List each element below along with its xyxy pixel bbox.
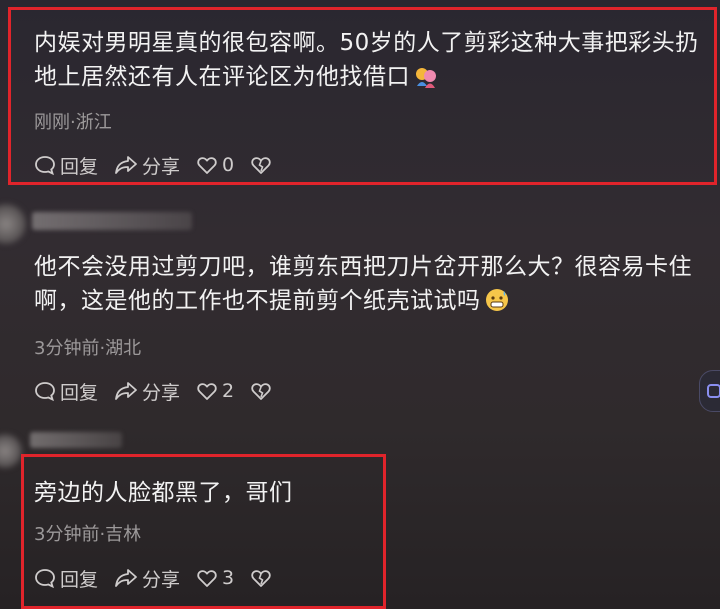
- share-arrow-icon: [115, 156, 137, 174]
- dislike-button[interactable]: [250, 380, 276, 402]
- comment-meta: 刚刚·浙江: [34, 112, 112, 133]
- share-button[interactable]: 分享: [114, 565, 180, 592]
- comment-actions: 回复 分享 2: [34, 377, 292, 405]
- comment-bubble-icon: [35, 569, 55, 589]
- comment-text: 他不会没用过剪刀吧，谁剪东西把刀片岔开那么大？很容易卡住啊，这是他的工作也不提前…: [34, 250, 712, 318]
- comment-meta: 3分钟前·吉林: [34, 524, 142, 545]
- like-count: 3: [222, 567, 235, 589]
- broken-heart-icon: [251, 570, 271, 587]
- comment-item-1: 内娱对男明星真的很包容啊。50岁的人了剪彩这种大事把彩头扔地上居然还有人在评论区…: [0, 0, 720, 186]
- comment-text: 内娱对男明星真的很包容啊。50岁的人了剪彩这种大事把彩头扔地上居然还有人在评论区…: [34, 26, 712, 94]
- reply-label: 回复: [60, 381, 99, 404]
- side-float-button[interactable]: [699, 370, 720, 412]
- comment-item-3: 旁边的人脸都黑了，哥们 3分钟前·吉林 回复 分享 3: [0, 430, 720, 609]
- dislike-button[interactable]: [250, 567, 276, 589]
- app-square-icon: [707, 384, 720, 398]
- share-label: 分享: [142, 568, 181, 591]
- comment-bubble-icon: [35, 382, 55, 402]
- comment-bubble-icon: [35, 156, 55, 176]
- share-button[interactable]: 分享: [114, 152, 180, 179]
- reply-button[interactable]: 回复: [34, 378, 98, 405]
- avatar: [0, 204, 26, 244]
- comment-item-2: 他不会没用过剪刀吧，谁剪东西把刀片岔开那么大？很容易卡住啊，这是他的工作也不提前…: [0, 188, 720, 428]
- reply-label: 回复: [60, 568, 99, 591]
- share-arrow-icon: [115, 382, 137, 400]
- grimace-sweat-emoji: [485, 288, 509, 312]
- broken-heart-icon: [251, 383, 271, 400]
- like-button[interactable]: 0: [196, 154, 234, 176]
- comment-text: 旁边的人脸都黑了，哥们: [34, 480, 293, 506]
- avatar: [0, 434, 22, 468]
- heart-icon: [197, 157, 217, 174]
- like-count: 2: [222, 380, 235, 402]
- couple-emoji: [414, 64, 438, 88]
- comment-actions: 回复 分享 0: [34, 151, 292, 179]
- like-button[interactable]: 2: [196, 380, 234, 402]
- like-count: 0: [222, 154, 235, 176]
- comment-text-content: 内娱对男明星真的很包容啊。50岁的人了剪彩这种大事把彩头扔地上居然还有人在评论区…: [34, 30, 699, 90]
- share-button[interactable]: 分享: [114, 378, 180, 405]
- heart-icon: [197, 383, 217, 400]
- like-button[interactable]: 3: [196, 567, 234, 589]
- comment-meta: 3分钟前·湖北: [34, 338, 142, 359]
- heart-icon: [197, 570, 217, 587]
- reply-label: 回复: [60, 155, 99, 178]
- username-blurred: [30, 432, 122, 448]
- comment-actions: 回复 分享 3: [34, 564, 292, 592]
- share-arrow-icon: [115, 569, 137, 587]
- comment-text-content: 他不会没用过剪刀吧，谁剪东西把刀片岔开那么大？很容易卡住啊，这是他的工作也不提前…: [34, 254, 692, 314]
- share-label: 分享: [142, 381, 181, 404]
- reply-button[interactable]: 回复: [34, 565, 98, 592]
- reply-button[interactable]: 回复: [34, 152, 98, 179]
- broken-heart-icon: [251, 157, 271, 174]
- username-blurred: [32, 212, 192, 230]
- share-label: 分享: [142, 155, 181, 178]
- dislike-button[interactable]: [250, 154, 276, 176]
